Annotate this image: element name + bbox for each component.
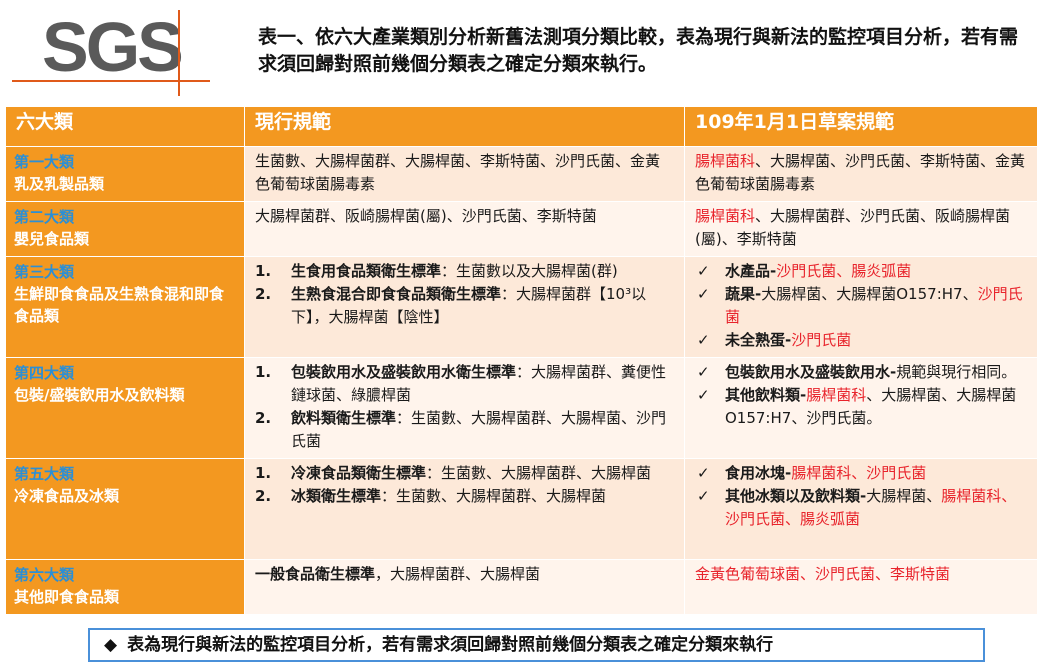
draft-cell: ✓ 食用冰塊-腸桿菌科、沙門氏菌 ✓ 其他冰類以及飲料類-大腸桿菌、腸桿菌科、沙門氏… (684, 458, 1038, 560)
current-cell: 大腸桿菌群、阪崎腸桿菌(屬)、沙門氏菌、李斯特菌 (244, 201, 685, 257)
draft-highlight: 腸桿菌科 (695, 207, 756, 225)
list-item: 1. 冷凍食品類衛生標準：生菌數、大腸桿菌群、大腸桿菌 (255, 464, 652, 482)
page-heading: 表一、依六大產業類別分析新舊法測項分類比較，表為現行與新法的監控項目分析，若有需… (258, 26, 1019, 75)
category-name: 嬰兒食品類 (14, 230, 90, 248)
table-row: 第四大類 包裝/盛裝飲用水及飲料類 1. 包裝飲用水及盛裝飲用水衛生標準：大腸桿菌… (5, 357, 1038, 459)
table-row: 第五大類 冷凍食品及冰類 1. 冷凍食品類衛生標準：生菌數、大腸桿菌群、大腸桿菌 … (5, 458, 1038, 560)
list-item: 1. 生食用食品類衛生標準：生菌數以及大腸桿菌(群) (255, 262, 618, 280)
footer-note: ◆ 表為現行與新法的監控項目分析，若有需求須回歸對照前幾個分類表之確定分類來執行 (88, 628, 985, 662)
draft-cell: 腸桿菌科、大腸桿菌、沙門氏菌、李斯特菌、金黃色葡萄球菌腸毒素 (684, 146, 1038, 202)
category-cell: 第六大類 其他即食食品類 (5, 559, 245, 615)
comparison-table: 六大類 現行規範 109年1月1日草案規範 第一大類 乳及乳製品類 生菌數、大腸… (5, 106, 1038, 615)
category-number: 第一大類 (14, 153, 75, 171)
current-cell: 一般食品衛生標準，大腸桿菌群、大腸桿菌 (244, 559, 685, 615)
check-icon: ✓ (697, 262, 710, 280)
draft-cell: ✓ 包裝飲用水及盛裝飲用水-規範與現行相同。 ✓ 其他飲料類-腸桿菌科、大腸桿菌、大… (684, 357, 1038, 459)
category-name: 包裝/盛裝飲用水及飲料類 (14, 386, 185, 404)
footer-text: 表為現行與新法的監控項目分析，若有需求須回歸對照前幾個分類表之確定分類來執行 (127, 635, 774, 655)
category-cell: 第四大類 包裝/盛裝飲用水及飲料類 (5, 357, 245, 459)
category-number: 第六大類 (14, 566, 75, 584)
category-number: 第三大類 (14, 263, 75, 281)
category-cell: 第三大類 生鮮即食食品及生熟食混和即食食品類 (5, 256, 245, 358)
table-row: 第六大類 其他即食食品類 一般食品衛生標準，大腸桿菌群、大腸桿菌 金黃色葡萄球菌… (5, 559, 1038, 615)
header-draft: 109年1月1日草案規範 (684, 106, 1038, 147)
check-icon: ✓ (697, 487, 710, 505)
current-cell: 生菌數、大腸桿菌群、大腸桿菌、李斯特菌、沙門氏菌、金黃色葡萄球菌腸毒素 (244, 146, 685, 202)
check-icon: ✓ (697, 285, 710, 303)
check-icon: ✓ (697, 331, 710, 349)
category-name: 生鮮即食食品及生熟食混和即食食品類 (14, 285, 225, 325)
draft-cell: ✓ 水產品-沙門氏菌、腸炎弧菌 ✓ 蔬果-大腸桿菌、大腸桿菌O157:H7、沙門氏菌… (684, 256, 1038, 358)
check-icon: ✓ (697, 363, 710, 381)
category-number: 第二大類 (14, 208, 75, 226)
category-cell: 第二大類 嬰兒食品類 (5, 201, 245, 257)
category-number: 第五大類 (14, 465, 75, 483)
list-item: ✓ 其他冰類以及飲料類-大腸桿菌、腸桿菌科、沙門氏菌、腸炎弧菌 (697, 487, 1017, 528)
header-current: 現行規範 (244, 106, 685, 147)
draft-cell: 金黃色葡萄球菌、沙門氏菌、李斯特菌 (684, 559, 1038, 615)
category-number: 第四大類 (14, 364, 75, 382)
table-row: 第一大類 乳及乳製品類 生菌數、大腸桿菌群、大腸桿菌、李斯特菌、沙門氏菌、金黃色… (5, 146, 1038, 202)
diamond-bullet-icon: ◆ (104, 635, 118, 655)
category-name: 乳及乳製品類 (14, 175, 105, 193)
current-cell: 1. 包裝飲用水及盛裝飲用水衛生標準：大腸桿菌群、糞便性鏈球菌、綠膿桿菌 2. 飲料… (244, 357, 685, 459)
sgs-logo: SGS (12, 8, 212, 96)
category-name: 冷凍食品及冰類 (14, 487, 120, 505)
draft-cell: 腸桿菌科、大腸桿菌群、沙門氏菌、阪崎腸桿菌(屬)、李斯特菌 (684, 201, 1038, 257)
list-item: ✓ 水產品-沙門氏菌、腸炎弧菌 (695, 260, 1027, 283)
list-item: ✓ 食用冰塊-腸桿菌科、沙門氏菌 (695, 462, 1027, 485)
list-item: 2. 生熟食混合即食食品類衛生標準：大腸桿菌群【10³以下】，大腸桿菌【陰性】 (255, 285, 647, 326)
list-item: ✓ 未全熟蛋-沙門氏菌 (695, 329, 1027, 352)
table-row: 第二大類 嬰兒食品類 大腸桿菌群、阪崎腸桿菌(屬)、沙門氏菌、李斯特菌 腸桿菌科… (5, 201, 1038, 257)
category-name: 其他即食食品類 (14, 588, 120, 606)
list-item: ✓ 蔬果-大腸桿菌、大腸桿菌O157:H7、沙門氏菌 (697, 285, 1023, 326)
logo-horizontal-line (12, 80, 210, 82)
table-row: 第三大類 生鮮即食食品及生熟食混和即食食品類 1. 生食用食品類衛生標準：生菌數以… (5, 256, 1038, 358)
check-icon: ✓ (697, 386, 710, 404)
logo-vertical-line (178, 10, 180, 96)
table-header-row: 六大類 現行規範 109年1月1日草案規範 (5, 106, 1038, 147)
category-cell: 第一大類 乳及乳製品類 (5, 146, 245, 202)
list-item: ✓ 其他飲料類-腸桿菌科、大腸桿菌、大腸桿菌O157:H7、沙門氏菌。 (697, 386, 1017, 427)
list-item: 2. 飲料類衛生標準：生菌數、大腸桿菌群、大腸桿菌、沙門氏菌 (255, 409, 667, 450)
list-item: 2. 冰類衛生標準：生菌數、大腸桿菌群、大腸桿菌 (255, 487, 607, 505)
draft-highlight: 腸桿菌科 (695, 152, 756, 170)
list-item: ✓ 包裝飲用水及盛裝飲用水-規範與現行相同。 (695, 361, 1027, 384)
list-item: 1. 包裝飲用水及盛裝飲用水衛生標準：大腸桿菌群、糞便性鏈球菌、綠膿桿菌 (255, 363, 667, 404)
current-cell: 1. 生食用食品類衛生標準：生菌數以及大腸桿菌(群) 2. 生熟食混合即食食品類衛生… (244, 256, 685, 358)
current-cell: 1. 冷凍食品類衛生標準：生菌數、大腸桿菌群、大腸桿菌 2. 冰類衛生標準：生菌數、… (244, 458, 685, 560)
logo-text: SGS (42, 8, 184, 86)
category-cell: 第五大類 冷凍食品及冰類 (5, 458, 245, 560)
check-icon: ✓ (697, 464, 710, 482)
header-category: 六大類 (5, 106, 245, 147)
draft-highlight: 金黃色葡萄球菌、沙門氏菌、李斯特菌 (695, 565, 951, 583)
